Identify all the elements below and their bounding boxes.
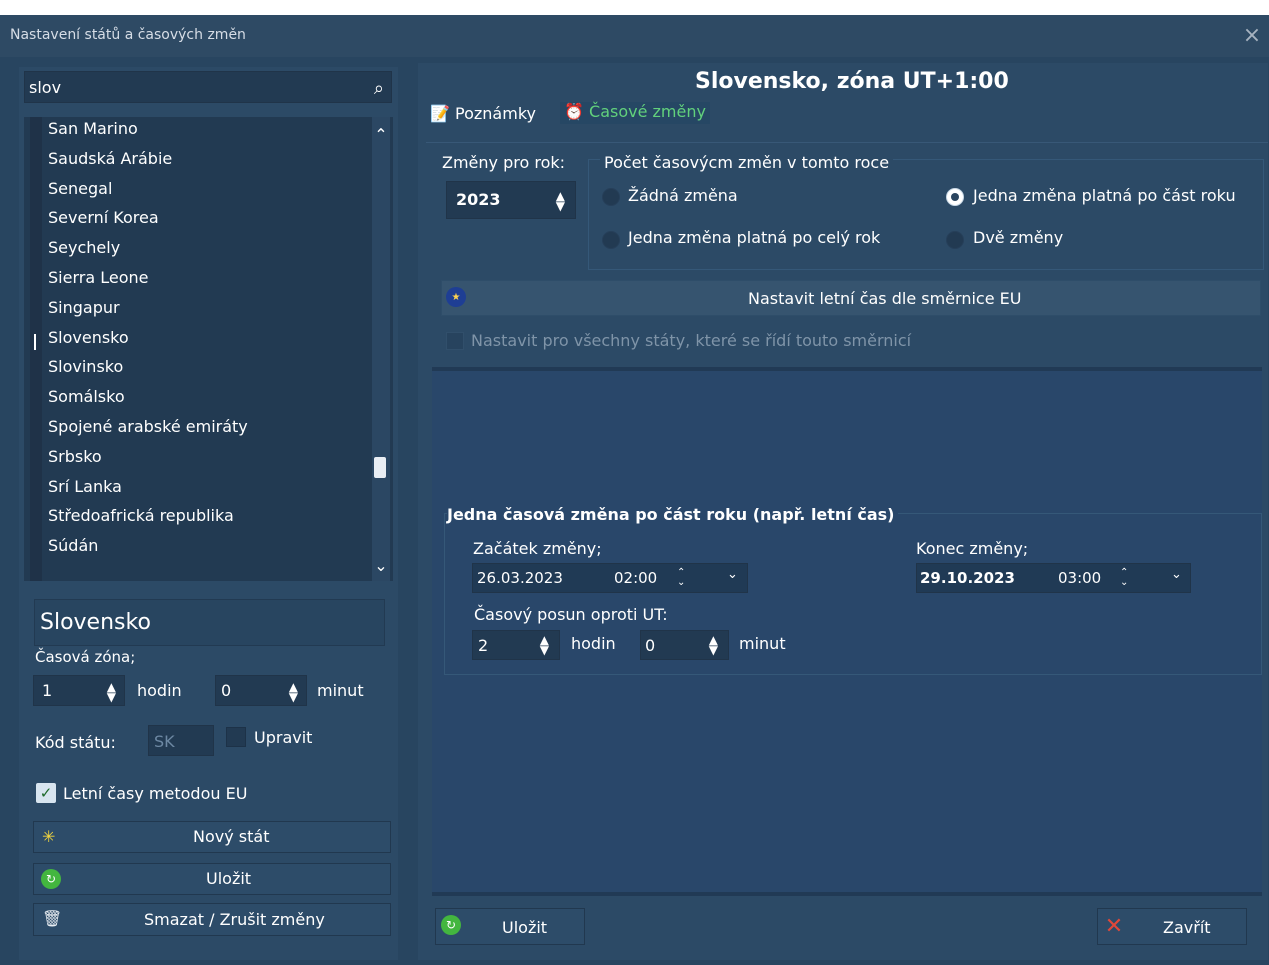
end-label: Konec změny; xyxy=(916,539,1029,558)
notes-tab[interactable]: 📝 Poznámky xyxy=(430,104,536,123)
offset-hours-input[interactable]: 2 ▲ ▼ xyxy=(472,630,560,660)
end-time-spinner-icon[interactable]: ⌃ ⌄ xyxy=(1120,568,1128,588)
minutes-spinner-icon[interactable]: ▲ ▼ xyxy=(289,681,298,703)
country-list-item[interactable]: Středoafrická republika xyxy=(48,506,234,525)
part-year-group xyxy=(444,513,1262,675)
country-list-item[interactable]: Srí Lanka xyxy=(48,477,122,496)
list-gutter xyxy=(30,117,42,581)
start-datetime[interactable]: 26.03.2023 02:00 ⌃ ⌄ ⌄ xyxy=(472,563,748,593)
minutes-unit-label: minut xyxy=(317,681,364,700)
start-time-spinner-icon[interactable]: ⌃ ⌄ xyxy=(677,568,685,588)
new-country-button[interactable]: ✳ Nový stát xyxy=(33,821,391,853)
two-changes-radio[interactable] xyxy=(946,231,964,249)
two-changes-label: Dvě změny xyxy=(973,228,1064,247)
search-icon[interactable]: ⌕ xyxy=(374,78,384,99)
country-list-item[interactable]: Sierra Leone xyxy=(48,268,148,287)
country-list-item[interactable]: Seychely xyxy=(48,238,120,257)
country-list-item[interactable]: Singapur xyxy=(48,298,120,317)
list-scrollbar[interactable] xyxy=(372,117,390,581)
start-date-dropdown-icon[interactable]: ⌄ xyxy=(727,567,738,582)
country-code-input[interactable]: SK xyxy=(148,725,214,756)
one-year-radio[interactable] xyxy=(602,231,620,249)
search-input[interactable]: slov ⌕ xyxy=(24,71,392,103)
save-changes-button[interactable]: ↻ Uložit xyxy=(435,908,585,945)
close-button[interactable]: ✕ Zavřít xyxy=(1097,908,1247,945)
time-changes-tab[interactable]: ⏰ Časové změny xyxy=(560,102,710,126)
clock-icon: ⏰ xyxy=(564,102,584,121)
dialog-window: Nastavení států a časových změn × slov ⌕… xyxy=(0,15,1269,965)
country-list-item[interactable]: Severní Korea xyxy=(48,208,159,227)
apply-all-checkbox[interactable] xyxy=(446,332,464,350)
country-name-field[interactable]: Slovensko xyxy=(34,599,385,646)
year-label: Změny pro rok: xyxy=(442,153,566,172)
scroll-up-icon[interactable]: ⌃ xyxy=(372,125,390,144)
save-icon: ↻ xyxy=(41,869,61,889)
change-count-label: Počet časovýcm změn v tomto roce xyxy=(600,153,894,172)
year-spinner-icon[interactable]: ▲ ▼ xyxy=(556,190,565,212)
no-change-radio[interactable] xyxy=(602,188,620,206)
selected-item-indicator xyxy=(34,333,36,350)
scroll-thumb[interactable] xyxy=(374,457,386,478)
timezone-minutes-input[interactable]: 0 ▲ ▼ xyxy=(215,675,307,706)
tab-divider xyxy=(426,142,1268,143)
offset-minutes-unit: minut xyxy=(739,634,786,653)
country-list-item[interactable]: Saudská Arábie xyxy=(48,149,172,168)
delete-country-button[interactable]: 🗑 Smazat / Zrušit změny xyxy=(33,903,391,936)
country-code-label: Kód státu: xyxy=(35,733,116,752)
one-part-label: Jedna změna platná po část roku xyxy=(973,186,1236,205)
eu-flag-icon: ★ xyxy=(446,287,466,307)
offset-hours-spinner-icon[interactable]: ▲ ▼ xyxy=(540,634,549,656)
country-list-item[interactable]: Spojené arabské emiráty xyxy=(48,417,248,436)
edit-label: Upravit xyxy=(254,728,313,747)
start-label: Začátek změny; xyxy=(473,539,602,558)
notes-icon: 📝 xyxy=(430,104,450,123)
close-icon: ✕ xyxy=(1104,913,1124,939)
year-input[interactable]: 2023 ▲ ▼ xyxy=(446,181,576,219)
scroll-down-icon[interactable]: ⌄ xyxy=(372,556,390,575)
hours-unit-label: hodin xyxy=(137,681,182,700)
eu-daylight-button[interactable]: ★ Nastavit letní čas dle směrnice EU xyxy=(441,280,1261,316)
country-list-item[interactable]: Somálsko xyxy=(48,387,125,406)
eu-label: Letní časy metodou EU xyxy=(63,784,248,803)
offset-minutes-input[interactable]: 0 ▲ ▼ xyxy=(640,630,729,660)
hours-spinner-icon[interactable]: ▲ ▼ xyxy=(107,681,116,703)
edit-checkbox[interactable] xyxy=(226,727,246,747)
country-list-item[interactable]: Slovensko xyxy=(48,328,129,347)
country-list-item[interactable]: Srbsko xyxy=(48,447,102,466)
window-title: Nastavení států a časových změn xyxy=(10,27,246,43)
no-change-label: Žádná změna xyxy=(628,186,738,205)
save-country-button[interactable]: ↻ Uložit xyxy=(33,863,391,895)
end-datetime[interactable]: 29.10.2023 03:00 ⌃ ⌄ ⌄ xyxy=(916,563,1191,593)
one-year-label: Jedna změna platná po celý rok xyxy=(628,228,881,247)
timezone-label: Časová zóna; xyxy=(35,648,136,666)
offset-hours-unit: hodin xyxy=(571,634,616,653)
trash-icon: 🗑 xyxy=(42,909,63,928)
apply-all-label: Nastavit pro všechny státy, které se říd… xyxy=(471,331,912,350)
eu-checkbox[interactable]: ✓ xyxy=(36,783,56,803)
part-year-label: Jedna časová změna po část roku (např. l… xyxy=(447,505,899,524)
close-icon[interactable]: × xyxy=(1239,23,1265,49)
one-part-radio[interactable] xyxy=(946,188,964,206)
country-list-item[interactable]: San Marino xyxy=(48,119,138,138)
offset-minutes-spinner-icon[interactable]: ▲ ▼ xyxy=(709,634,718,656)
country-list-item[interactable]: Senegal xyxy=(48,179,112,198)
save-icon: ↻ xyxy=(441,915,461,935)
title-bar: Nastavení států a časových změn × xyxy=(0,15,1269,57)
end-date-dropdown-icon[interactable]: ⌄ xyxy=(1171,567,1182,582)
change-count-group xyxy=(588,159,1264,270)
offset-label: Časový posun oproti UT: xyxy=(474,605,668,624)
timezone-hours-input[interactable]: 1 ▲ ▼ xyxy=(33,675,125,706)
country-list-item[interactable]: Súdán xyxy=(48,536,98,555)
new-item-icon: ✳ xyxy=(42,827,56,846)
country-list-item[interactable]: Slovinsko xyxy=(48,357,123,376)
zone-header: Slovensko, zóna UT+1:00 xyxy=(695,69,1009,94)
